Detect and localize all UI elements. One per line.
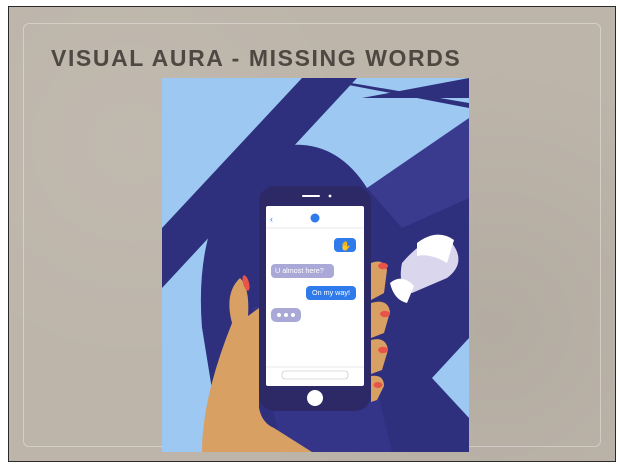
slide: VISUAL AURA - MISSING WORDS ‹ ✋ U almost…: [8, 6, 616, 462]
slide-title: VISUAL AURA - MISSING WORDS: [51, 45, 462, 71]
finger-nail: [378, 262, 388, 270]
svg-text:‹: ‹: [270, 214, 273, 224]
finger-nail: [373, 382, 383, 388]
received-message-text: U almost here?: [275, 266, 324, 275]
contact-avatar: [310, 213, 320, 223]
sent-message-text: On my way!: [312, 288, 350, 297]
phone: ‹ ✋: [259, 186, 371, 411]
finger-nail: [380, 310, 390, 318]
home-button: [307, 390, 323, 406]
phone-texting-illustration: ‹ ✋ U almost here? On my way!: [162, 78, 469, 452]
svg-text:✋: ✋: [340, 240, 351, 251]
message-input: [281, 370, 349, 380]
finger-nail: [378, 346, 388, 354]
